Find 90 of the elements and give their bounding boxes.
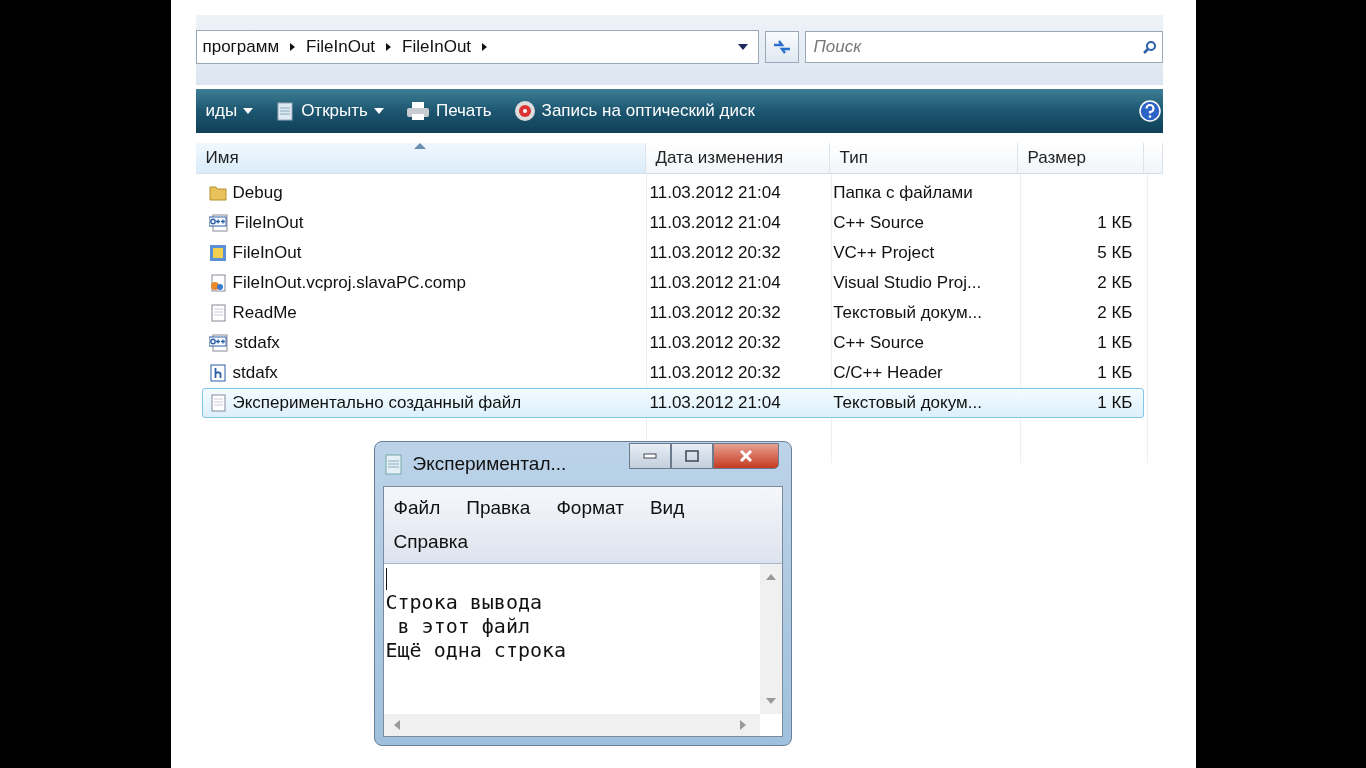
file-row[interactable]: stdafx 11.03.2012 20:32 C/C++ Header 1 КБ bbox=[201, 358, 1144, 388]
file-row[interactable]: Экспериментально созданный файл 11.03.2012 21:04 Текстовый докум... 1 КБ bbox=[201, 388, 1144, 418]
date-cell-text: 11.03.2012 20:32 bbox=[648, 363, 782, 383]
size-cell: 2 КБ bbox=[1097, 273, 1133, 293]
type-cell-text: C++ Source bbox=[832, 213, 925, 233]
date-cell-text: 11.03.2012 21:04 bbox=[648, 183, 782, 203]
file-row[interactable]: stdafx 11.03.2012 20:32 C++ Source 1 КБ bbox=[201, 328, 1144, 358]
header-file-icon bbox=[208, 364, 227, 382]
file-name: Debug bbox=[232, 183, 283, 203]
dropdown-arrow-icon[interactable] bbox=[373, 108, 384, 114]
size-cell: 5 КБ bbox=[1097, 243, 1133, 263]
notepad-icon[interactable] bbox=[275, 100, 296, 122]
chevron-right-icon[interactable] bbox=[289, 42, 297, 52]
type-cell-text: C++ Source bbox=[832, 333, 925, 353]
refresh-button[interactable] bbox=[764, 31, 799, 63]
close-icon[interactable] bbox=[737, 449, 754, 463]
type-cell-text: Visual Studio Proj... bbox=[832, 273, 983, 293]
text-line: Строка вывода bbox=[385, 590, 544, 614]
toolbar-button[interactable]: Печать bbox=[435, 101, 492, 121]
address-bar[interactable]: программ FileInOut FileInOut bbox=[195, 30, 759, 64]
file-name: FileInOut.vcproj.slavaPC.comp bbox=[232, 273, 466, 293]
file-name: ReadMe bbox=[232, 303, 297, 323]
notepad-icon bbox=[382, 452, 405, 476]
sort-arrow-icon bbox=[413, 143, 426, 149]
file-row[interactable]: FileInOut 11.03.2012 21:04 C++ Source 1 КБ bbox=[201, 208, 1144, 238]
breadcrumb-item[interactable]: программ bbox=[202, 37, 280, 57]
file-name: Экспериментально созданный файл bbox=[232, 393, 522, 413]
menu-item[interactable]: Формат bbox=[556, 497, 624, 519]
column-header[interactable]: Дата изменения bbox=[645, 143, 830, 173]
breadcrumb-item[interactable]: FileInOut bbox=[402, 37, 472, 57]
type-cell-text: Папка с файлами bbox=[832, 183, 974, 203]
dropdown-arrow-icon[interactable] bbox=[243, 108, 254, 114]
size-cell: 1 КБ bbox=[1097, 393, 1133, 413]
text-area[interactable]: Строка вывода в этот файл Ещё одна строка bbox=[383, 563, 782, 736]
window-title: Экспериментал... bbox=[412, 453, 567, 475]
text-file-icon bbox=[208, 304, 227, 322]
toolbar-button[interactable]: иды bbox=[205, 101, 238, 121]
cpp-file-icon bbox=[208, 214, 229, 232]
date-cell-text: 11.03.2012 21:04 bbox=[648, 213, 782, 233]
file-name: stdafx bbox=[234, 333, 280, 353]
type-cell-text: C/C++ Header bbox=[832, 363, 944, 383]
menu-item[interactable]: Справка bbox=[393, 531, 469, 553]
maximize-button[interactable] bbox=[670, 443, 713, 469]
size-cell: 1 КБ bbox=[1097, 213, 1133, 233]
maximize-icon[interactable] bbox=[684, 450, 699, 462]
file-row[interactable]: FileInOut 11.03.2012 20:32 VC++ Project 5 КБ bbox=[201, 238, 1144, 268]
type-cell-text: Текстовый докум... bbox=[832, 393, 983, 413]
breadcrumb-item[interactable]: FileInOut bbox=[306, 37, 376, 57]
size-cell: 2 КБ bbox=[1097, 303, 1133, 323]
minimize-button[interactable] bbox=[628, 443, 671, 469]
column-header[interactable]: Тип bbox=[829, 143, 1018, 173]
type-cell-text: VC++ Project bbox=[832, 243, 936, 263]
date-cell-text: 11.03.2012 20:32 bbox=[648, 333, 782, 353]
column-header[interactable]: Размер bbox=[1017, 143, 1144, 173]
search-field[interactable]: Поиск bbox=[804, 31, 1163, 63]
file-name: stdafx bbox=[232, 363, 278, 383]
project-file-icon bbox=[208, 244, 227, 262]
minimize-icon[interactable] bbox=[642, 453, 657, 459]
text-line: Ещё одна строка bbox=[385, 638, 568, 662]
date-cell-text: 11.03.2012 20:32 bbox=[648, 303, 782, 323]
file-name: FileInOut bbox=[234, 213, 304, 233]
folder-icon bbox=[208, 184, 227, 202]
refresh-icon[interactable] bbox=[771, 38, 792, 56]
chevron-right-icon[interactable] bbox=[481, 42, 489, 52]
help-icon[interactable] bbox=[1138, 100, 1161, 122]
disc-icon[interactable] bbox=[513, 100, 536, 122]
column-header[interactable]: Имя bbox=[195, 143, 646, 173]
date-cell-text: 11.03.2012 21:04 bbox=[648, 393, 782, 413]
size-cell: 1 КБ bbox=[1097, 363, 1133, 383]
menu-item[interactable]: Файл bbox=[393, 497, 441, 519]
date-cell-text: 11.03.2012 20:32 bbox=[648, 243, 782, 263]
chevron-right-icon[interactable] bbox=[385, 42, 393, 52]
file-name: FileInOut bbox=[232, 243, 302, 263]
size-cell: 1 КБ bbox=[1097, 333, 1133, 353]
cpp-file-icon bbox=[208, 334, 229, 352]
file-row[interactable]: FileInOut.vcproj.slavaPC.comp 11.03.2012 21:04 Visual Studio Proj... 2 КБ bbox=[201, 268, 1144, 298]
close-button[interactable] bbox=[712, 443, 779, 469]
type-cell-text: Текстовый докум... bbox=[832, 303, 983, 323]
file-row[interactable]: Debug 11.03.2012 21:04 Папка с файлами bbox=[201, 178, 1144, 208]
file-row[interactable]: ReadMe 11.03.2012 20:32 Текстовый докум... 2 КБ bbox=[201, 298, 1144, 328]
text-file-icon bbox=[208, 394, 227, 412]
dropdown-arrow-icon[interactable] bbox=[737, 44, 748, 50]
toolbar-button[interactable]: Запись на оптический диск bbox=[541, 101, 755, 121]
date-cell-text: 11.03.2012 21:04 bbox=[648, 273, 782, 293]
settings-file-icon bbox=[208, 274, 227, 292]
menu-item[interactable]: Вид bbox=[649, 497, 685, 519]
text-line: в этот файл bbox=[396, 614, 531, 638]
menu-item[interactable]: Правка bbox=[466, 497, 531, 519]
toolbar-button[interactable]: Открыть bbox=[301, 101, 368, 121]
printer-icon[interactable] bbox=[405, 101, 430, 121]
